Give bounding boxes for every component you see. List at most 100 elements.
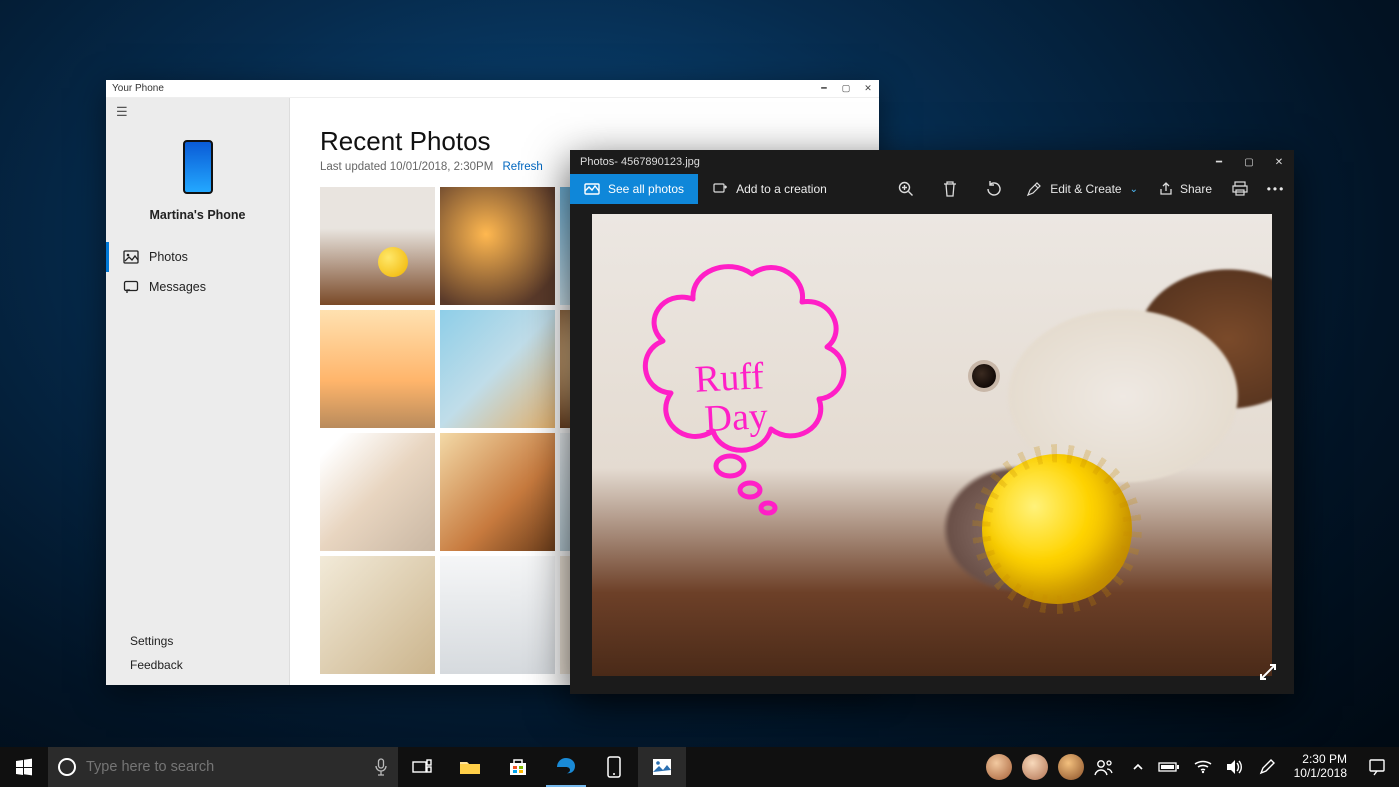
ink-annotation: Ruff Day xyxy=(622,254,882,514)
photo-thumbnail[interactable] xyxy=(440,187,555,305)
taskbar-store[interactable] xyxy=(494,747,542,787)
ink-workspace-icon[interactable] xyxy=(1258,758,1276,776)
last-updated-time: 10/01/2018, 2:30PM xyxy=(390,161,494,173)
people-avatar[interactable] xyxy=(986,754,1012,780)
windows-icon xyxy=(15,758,33,776)
zoom-button[interactable] xyxy=(884,174,928,204)
zoom-icon xyxy=(897,180,915,198)
maximize-button[interactable]: ▢ xyxy=(1234,150,1264,174)
photo-canvas[interactable]: Ruff Day xyxy=(592,214,1272,676)
clock-date: 10/1/2018 xyxy=(1294,767,1347,781)
add-to-creation-button[interactable]: Add to a creation xyxy=(698,174,841,204)
system-tray xyxy=(1122,747,1286,787)
more-button[interactable]: ••• xyxy=(1258,182,1294,196)
photo-thumbnail[interactable] xyxy=(320,433,435,551)
refresh-link[interactable]: Refresh xyxy=(503,161,543,173)
taskbar-photos[interactable] xyxy=(638,747,686,787)
folder-icon xyxy=(459,758,481,776)
taskbar: 2:30 PM 10/1/2018 xyxy=(0,747,1399,787)
task-view-button[interactable] xyxy=(398,747,446,787)
maximize-button[interactable]: ▢ xyxy=(835,80,857,97)
last-updated-prefix: Last updated xyxy=(320,161,390,173)
see-all-photos-button[interactable]: See all photos xyxy=(570,174,698,204)
search-input[interactable] xyxy=(86,759,364,775)
phone-icon xyxy=(607,756,621,778)
store-icon xyxy=(508,757,528,777)
sidebar-item-photos[interactable]: Photos xyxy=(106,242,289,272)
see-all-photos-label: See all photos xyxy=(608,182,684,196)
sidebar-item-feedback[interactable]: Feedback xyxy=(106,653,289,677)
phone-icon xyxy=(183,140,213,194)
fullscreen-button[interactable] xyxy=(1256,660,1280,684)
wifi-icon[interactable] xyxy=(1194,760,1212,774)
edit-create-label: Edit & Create xyxy=(1050,182,1121,196)
messages-icon xyxy=(123,279,139,295)
sidebar-item-messages[interactable]: Messages xyxy=(106,272,289,302)
photo-subject-eye xyxy=(972,364,996,388)
chevron-down-icon: ⌄ xyxy=(1130,184,1138,195)
ink-annotation-text: Ruff Day xyxy=(692,357,769,440)
trash-icon xyxy=(942,180,958,198)
start-button[interactable] xyxy=(0,747,48,787)
cortana-icon xyxy=(58,758,76,776)
rotate-icon xyxy=(985,180,1003,198)
tray-overflow-button[interactable] xyxy=(1132,761,1144,773)
people-avatar[interactable] xyxy=(1022,754,1048,780)
phone-name-label: Martina's Phone xyxy=(149,208,245,222)
rotate-button[interactable] xyxy=(972,174,1016,204)
photo-thumbnail[interactable] xyxy=(320,310,435,428)
delete-button[interactable] xyxy=(928,174,972,204)
notifications-icon xyxy=(1368,758,1386,776)
close-button[interactable]: ✕ xyxy=(857,80,879,97)
photos-toolbar: See all photos Add to a creation xyxy=(570,174,1294,204)
sidebar-label-feedback: Feedback xyxy=(130,658,183,672)
photos-title: Photos- 4567890123.jpg xyxy=(580,156,700,168)
share-button[interactable]: Share xyxy=(1148,181,1222,197)
people-button[interactable] xyxy=(1094,758,1114,776)
task-view-icon xyxy=(412,759,432,775)
taskbar-file-explorer[interactable] xyxy=(446,747,494,787)
sidebar-item-settings[interactable]: Settings xyxy=(106,629,289,653)
battery-icon[interactable] xyxy=(1158,761,1180,773)
minimize-button[interactable]: ━ xyxy=(813,80,835,97)
minimize-button[interactable]: ━ xyxy=(1204,150,1234,174)
more-icon: ••• xyxy=(1267,182,1286,196)
your-phone-title: Your Phone xyxy=(112,83,164,94)
photos-app-icon xyxy=(652,758,672,776)
edit-create-dropdown[interactable]: Edit & Create ⌄ xyxy=(1016,174,1148,204)
microphone-icon[interactable] xyxy=(374,758,388,776)
taskbar-edge[interactable] xyxy=(542,747,590,787)
photo-thumbnail[interactable] xyxy=(440,556,555,674)
photo-thumbnail[interactable] xyxy=(320,187,435,305)
your-phone-sidebar: ☰ Martina's Phone Photos Messages xyxy=(106,98,290,685)
add-creation-icon xyxy=(712,181,728,197)
clock-time: 2:30 PM xyxy=(1302,753,1347,767)
action-center-button[interactable] xyxy=(1355,747,1399,787)
phone-summary: Martina's Phone xyxy=(106,126,289,242)
your-phone-titlebar: Your Phone ━ ▢ ✕ xyxy=(106,80,879,98)
edge-icon xyxy=(556,757,576,777)
hamburger-icon[interactable]: ☰ xyxy=(106,98,289,126)
photo-thumbnail[interactable] xyxy=(440,310,555,428)
volume-icon[interactable] xyxy=(1226,759,1244,775)
share-label: Share xyxy=(1180,182,1212,196)
edit-icon xyxy=(1026,181,1042,197)
photos-titlebar: Photos- 4567890123.jpg ━ ▢ ✕ xyxy=(570,150,1294,174)
sidebar-label-messages: Messages xyxy=(149,280,206,294)
share-icon xyxy=(1158,181,1174,197)
taskbar-your-phone[interactable] xyxy=(590,747,638,787)
photos-window: Photos- 4567890123.jpg ━ ▢ ✕ See all pho… xyxy=(570,150,1294,694)
people-avatar[interactable] xyxy=(1058,754,1084,780)
print-icon xyxy=(1231,181,1249,197)
photo-thumbnail[interactable] xyxy=(320,556,435,674)
print-button[interactable] xyxy=(1222,181,1258,197)
taskbar-clock[interactable]: 2:30 PM 10/1/2018 xyxy=(1286,747,1355,787)
photo-thumbnail[interactable] xyxy=(440,433,555,551)
taskbar-people xyxy=(978,747,1122,787)
collection-icon xyxy=(584,181,600,197)
photo-subject-ball xyxy=(982,454,1132,604)
add-to-creation-label: Add to a creation xyxy=(736,182,827,196)
search-box[interactable] xyxy=(48,747,398,787)
photos-icon xyxy=(123,249,139,265)
close-button[interactable]: ✕ xyxy=(1264,150,1294,174)
